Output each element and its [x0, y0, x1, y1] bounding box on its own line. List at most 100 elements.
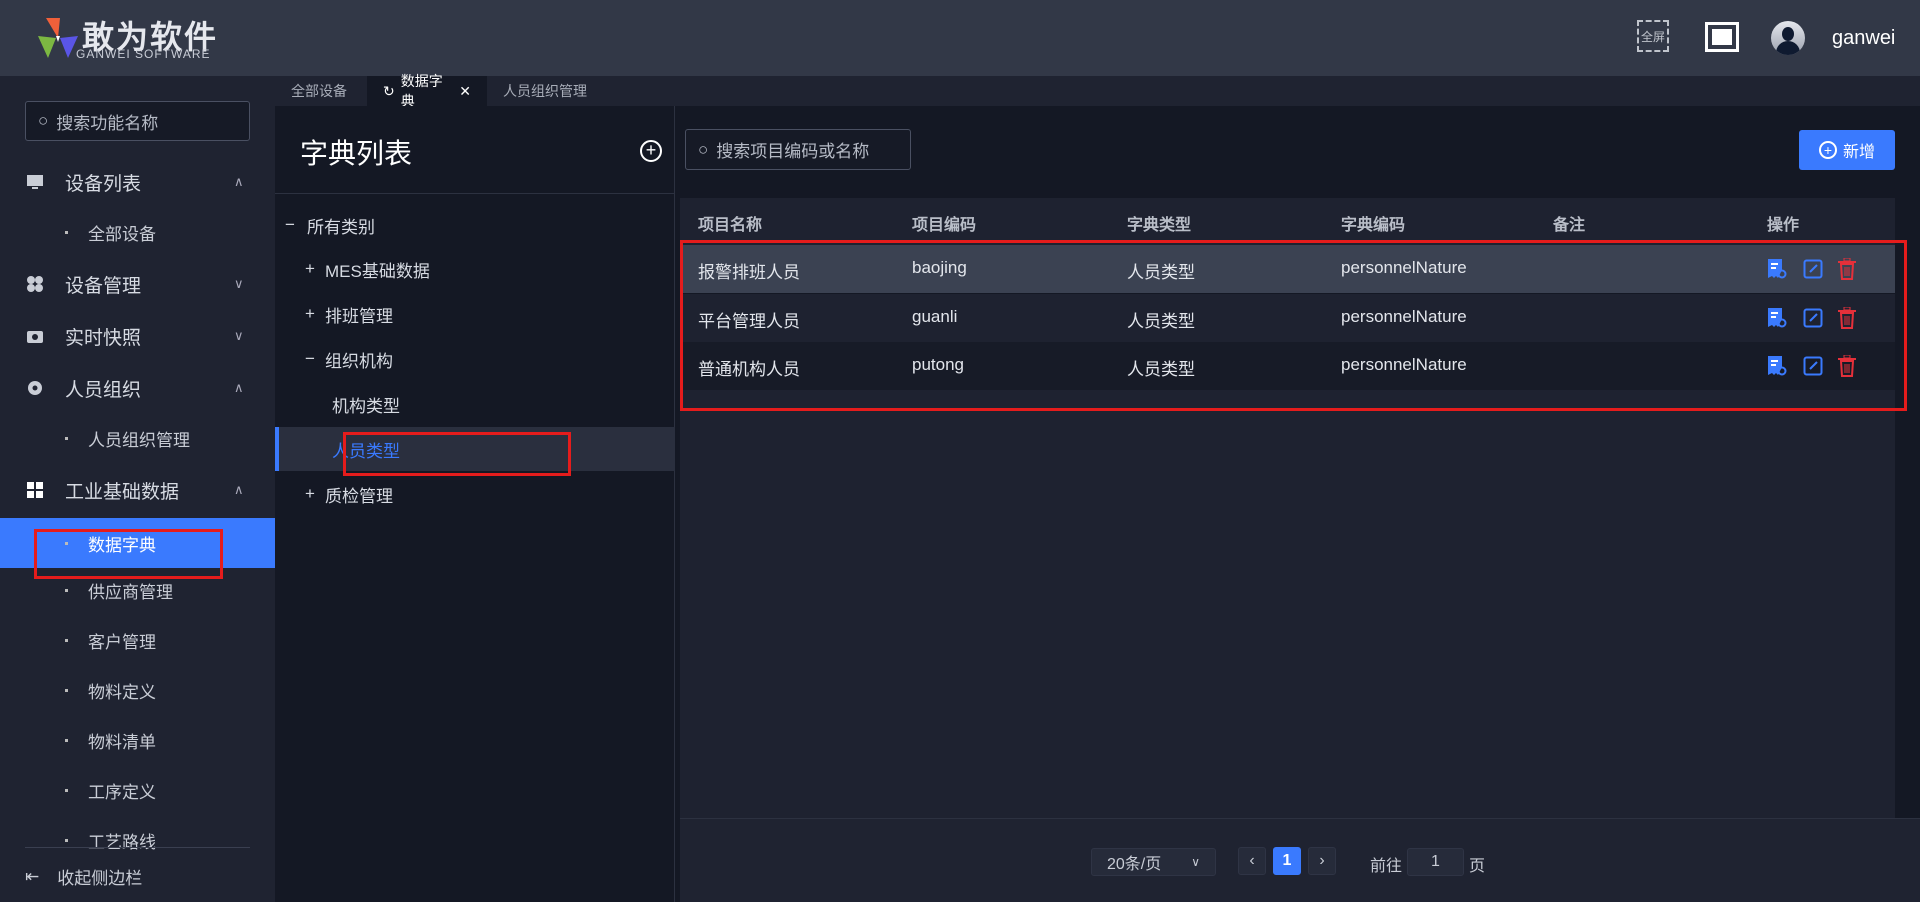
tree-node-label: 组织机构 [325, 351, 393, 371]
tree-title: 字典列表 [300, 138, 413, 169]
dictionary-tree-panel: 字典列表 + − 所有类别 + MES基础数据 + 排班管理 − 组织机构 机构类型 人员类型 +… [275, 106, 675, 902]
chevron-down-icon: ∨ [234, 328, 244, 343]
sidebar-item-4[interactable]: 工业基础数据 ∧ [0, 468, 275, 512]
sidebar-search-input[interactable]: ○ 搜索功能名称 [25, 101, 250, 141]
gear-icon [28, 381, 42, 395]
table-header [680, 198, 1895, 245]
expand-icon: + [305, 484, 315, 503]
sidebar-item-label: 设备管理 [65, 275, 142, 297]
sidebar-subitem-0-0[interactable]: 全部设备 [0, 210, 275, 254]
tab-bar: 全部设备 ↻ 数据字典 ✕ 人员组织管理 [275, 73, 1920, 109]
sidebar-item-0[interactable]: 设备列表 ∧ [0, 160, 275, 204]
sidebar-subitem-4-4[interactable]: 物料清单 [0, 718, 275, 762]
column-header: 项目编码 [912, 217, 977, 234]
tree-root[interactable]: − 所有类别 [285, 203, 375, 247]
expand-icon: + [305, 259, 315, 278]
chevron-down-icon: ∨ [234, 276, 244, 291]
sidebar-subitem-label: 工序定义 [88, 782, 156, 802]
highlight-box-tree [343, 432, 571, 476]
dictionary-search-input[interactable]: ○ 搜索项目编码或名称 [685, 129, 911, 170]
username[interactable]: ganwei [1832, 27, 1895, 50]
divider [275, 193, 675, 194]
tree-node-label: 机构类型 [332, 396, 400, 416]
page-size-select[interactable]: 20条/页 ∨ [1091, 848, 1216, 876]
tree-node[interactable]: + 质检管理 [275, 472, 675, 516]
sidebar-subitem-label: 物料定义 [88, 682, 156, 702]
add-category-button[interactable]: + [640, 140, 662, 162]
column-header: 操作 [1767, 217, 1800, 234]
top-header: 敢为软件 GANWEI SOFTWARE 全屏 ganwei [0, 0, 1920, 76]
tree-node-label: 排班管理 [325, 306, 393, 326]
sidebar-subitem-label: 工艺路线 [88, 832, 156, 852]
bullet-icon [65, 738, 68, 742]
bullet-icon [65, 638, 68, 642]
bullet-icon [65, 588, 68, 592]
bullet-icon [65, 838, 68, 842]
search-placeholder: 搜索项目编码或名称 [716, 142, 870, 161]
sidebar-subitem-4-3[interactable]: 物料定义 [0, 668, 275, 712]
sidebar-subitem-4-5[interactable]: 工序定义 [0, 768, 275, 812]
sidebar-subitem-label: 全部设备 [88, 224, 156, 244]
goto-page-input[interactable]: 1 [1407, 848, 1464, 876]
tree-root-label: 所有类别 [307, 217, 375, 237]
chevron-left-icon: ‹ [1249, 852, 1255, 869]
add-button[interactable]: + 新增 [1799, 130, 1895, 170]
sidebar-subitem-label: 客户管理 [88, 632, 156, 652]
avatar[interactable] [1771, 21, 1805, 55]
tab-2[interactable]: 人员组织管理 [487, 76, 603, 106]
bullet-icon [65, 688, 68, 692]
sidebar-subitem-3-0[interactable]: 人员组织管理 [0, 416, 275, 460]
collapse-label: 收起侧边栏 [57, 869, 143, 888]
page-unit-label: 页 [1469, 858, 1486, 875]
sidebar-subitem-label: 人员组织管理 [88, 430, 190, 450]
fullscreen-label: 全屏 [1640, 29, 1665, 44]
grid-flower-icon [27, 276, 43, 292]
refresh-icon: ↻ [383, 82, 395, 99]
sidebar-item-3[interactable]: 人员组织 ∧ [0, 366, 275, 410]
page-1-button[interactable]: 1 [1273, 847, 1301, 875]
monitor-icon [27, 175, 43, 189]
camera-icon [27, 331, 43, 343]
chevron-up-icon: ∧ [234, 380, 244, 395]
add-label: 新增 [1842, 144, 1875, 161]
close-icon[interactable]: ✕ [459, 83, 471, 100]
search-icon: ○ [698, 139, 709, 159]
chevron-up-icon: ∧ [234, 482, 244, 497]
logo-subtitle: GANWEI SOFTWARE [76, 47, 211, 61]
column-header: 字典类型 [1127, 217, 1192, 234]
search-icon: ○ [38, 111, 49, 130]
tab-label: 数据字典 [400, 73, 443, 109]
page-size-value: 20条/页 [1106, 856, 1162, 873]
tree-node[interactable]: + MES基础数据 [275, 247, 675, 291]
tree-node[interactable]: − 组织机构 [275, 337, 675, 381]
sidebar-item-1[interactable]: 设备管理 ∨ [0, 262, 275, 306]
sidebar-subitem-4-6[interactable]: 工艺路线 [0, 818, 275, 862]
bullet-icon [65, 436, 68, 440]
chevron-down-icon: ∨ [1191, 855, 1201, 869]
sidebar-item-label: 设备列表 [65, 173, 142, 195]
sidebar-subitem-4-2[interactable]: 客户管理 [0, 618, 275, 662]
next-page-button[interactable]: › [1308, 847, 1336, 875]
collapse-sidebar-button[interactable]: ⇤ 收起侧边栏 [25, 864, 142, 889]
tree-node[interactable]: + 排班管理 [275, 292, 675, 336]
tree-node-label: 质检管理 [325, 486, 393, 506]
highlight-box-table [680, 240, 1907, 411]
logo-icon [38, 18, 78, 58]
fullscreen-button[interactable]: 全屏 [1637, 20, 1669, 52]
collapse-icon: − [305, 349, 315, 368]
column-header: 项目名称 [698, 217, 763, 234]
tree-node[interactable]: 机构类型 [275, 382, 675, 426]
sidebar-item-2[interactable]: 实时快照 ∨ [0, 314, 275, 358]
tab-1[interactable]: ↻ 数据字典 ✕ [367, 73, 487, 109]
highlight-box-sidebar [34, 529, 223, 579]
collapse-icon: ⇤ [25, 866, 40, 886]
sidebar-item-label: 人员组织 [65, 379, 142, 401]
bullet-icon [65, 788, 68, 792]
screen-toggle-icon[interactable] [1705, 22, 1739, 52]
tree-node-label: MES基础数据 [325, 261, 430, 281]
tab-0[interactable]: 全部设备 [275, 76, 367, 106]
prev-page-button[interactable]: ‹ [1238, 847, 1266, 875]
chevron-up-icon: ∧ [234, 174, 244, 189]
column-header: 字典编码 [1341, 217, 1406, 234]
sidebar-item-label: 实时快照 [65, 327, 142, 349]
